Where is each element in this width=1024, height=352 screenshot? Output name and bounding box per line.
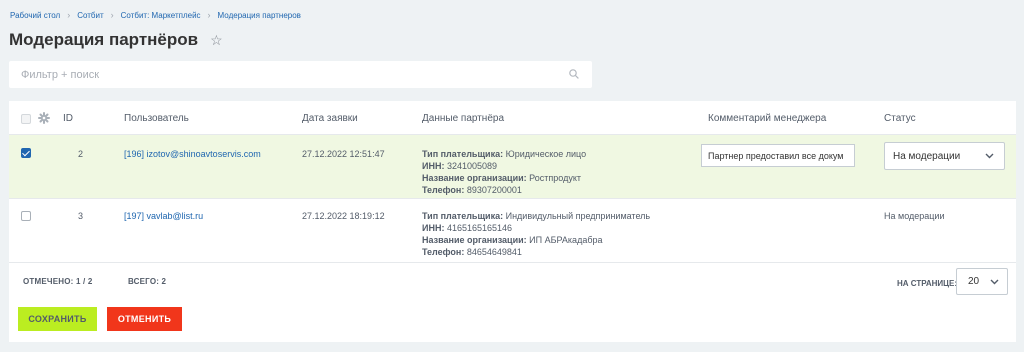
column-header-manager-comment[interactable]: Комментарий менеджера: [708, 113, 826, 124]
breadcrumb-item-moderation[interactable]: Модерация партнеров: [218, 11, 301, 20]
page-title-text: Модерация партнёров: [9, 30, 199, 49]
table-row[interactable]: 3 [197] vavlab@list.ru 27.12.2022 18:19:…: [9, 199, 1016, 263]
breadcrumb: Рабочий стол › Сотбит › Сотбит: Маркетпл…: [10, 10, 301, 20]
column-header-partner-data[interactable]: Данные партнёра: [422, 113, 504, 124]
star-icon[interactable]: ☆: [210, 32, 223, 49]
per-page-label: НА СТРАНИЦЕ:: [897, 279, 958, 288]
total-count: ВСЕГО: 2: [128, 277, 167, 286]
column-header-status[interactable]: Статус: [884, 113, 916, 124]
breadcrumb-separator-icon: ›: [67, 10, 71, 20]
filter-search-input[interactable]: [9, 61, 549, 88]
table-row[interactable]: 2 [196] izotov@shinoavtoservis.com 27.12…: [9, 135, 1016, 199]
search-icon[interactable]: [569, 69, 579, 79]
select-all-checkbox[interactable]: [21, 114, 31, 124]
inn-value: 4165165165146: [446, 223, 513, 233]
org-name-label: Название организации:: [422, 235, 527, 245]
partners-grid: ID Пользователь Дата заявки Данные партн…: [9, 101, 1016, 342]
status-select[interactable]: На модерации: [884, 142, 1005, 170]
phone-label: Телефон:: [422, 185, 465, 195]
inn-value: 3241005089: [446, 161, 498, 171]
row-id: 2: [77, 149, 83, 159]
phone-label: Телефон:: [422, 247, 465, 257]
breadcrumb-item-marketplace[interactable]: Сотбит: Маркетплейс: [121, 11, 201, 20]
breadcrumb-item-desktop[interactable]: Рабочий стол: [10, 11, 60, 20]
row-date: 27.12.2022 18:19:12: [302, 211, 385, 221]
payer-type-label: Тип плательщика:: [422, 211, 504, 221]
row-partner-data: Тип плательщика: Индивидульный предприни…: [422, 210, 650, 258]
cancel-button[interactable]: ОТМЕНИТЬ: [107, 307, 182, 331]
payer-type-value: Индивидульный предприниматель: [505, 211, 651, 221]
column-header-id[interactable]: ID: [63, 113, 73, 124]
save-button[interactable]: СОХРАНИТЬ: [18, 307, 97, 331]
phone-value: 84654649841: [466, 247, 522, 257]
payer-type-label: Тип плательщика:: [422, 149, 504, 159]
row-user-link[interactable]: [197] vavlab@list.ru: [124, 211, 203, 221]
breadcrumb-item-sotbit[interactable]: Сотбит: [77, 11, 103, 20]
org-name-label: Название организации:: [422, 173, 527, 183]
filter-search-box: [9, 61, 592, 88]
chevron-down-icon: [990, 279, 999, 285]
row-checkbox[interactable]: [21, 211, 31, 221]
row-user-link[interactable]: [196] izotov@shinoavtoservis.com: [124, 149, 261, 159]
inn-label: ИНН:: [422, 223, 445, 233]
org-name-value: Ростпродукт: [529, 173, 582, 183]
breadcrumb-separator-icon: ›: [110, 10, 114, 20]
status-select-value: На модерации: [893, 150, 961, 162]
column-header-user[interactable]: Пользователь: [124, 113, 189, 124]
row-date: 27.12.2022 12:51:47: [302, 149, 385, 159]
column-header-date[interactable]: Дата заявки: [302, 113, 358, 124]
inn-label: ИНН:: [422, 161, 445, 171]
chevron-down-icon: [985, 153, 994, 159]
manager-comment-input[interactable]: [701, 144, 855, 167]
row-partner-data: Тип плательщика: Юридическое лицо ИНН: 3…: [422, 148, 586, 196]
breadcrumb-separator-icon: ›: [207, 10, 211, 20]
per-page-select[interactable]: 20: [956, 268, 1008, 295]
row-checkbox[interactable]: [21, 148, 31, 158]
phone-value: 89307200001: [466, 185, 522, 195]
row-status: На модерации: [884, 211, 945, 221]
per-page-value: 20: [968, 276, 980, 287]
page-title: Модерация партнёров ☆: [9, 30, 223, 50]
grid-header: ID Пользователь Дата заявки Данные партн…: [9, 101, 1016, 135]
payer-type-value: Юридическое лицо: [505, 149, 587, 159]
org-name-value: ИП АБРАкадабра: [529, 235, 603, 245]
row-id: 3: [77, 211, 83, 221]
selected-count: ОТМЕЧЕНО: 1 / 2: [23, 277, 93, 286]
gear-icon[interactable]: [38, 112, 50, 124]
